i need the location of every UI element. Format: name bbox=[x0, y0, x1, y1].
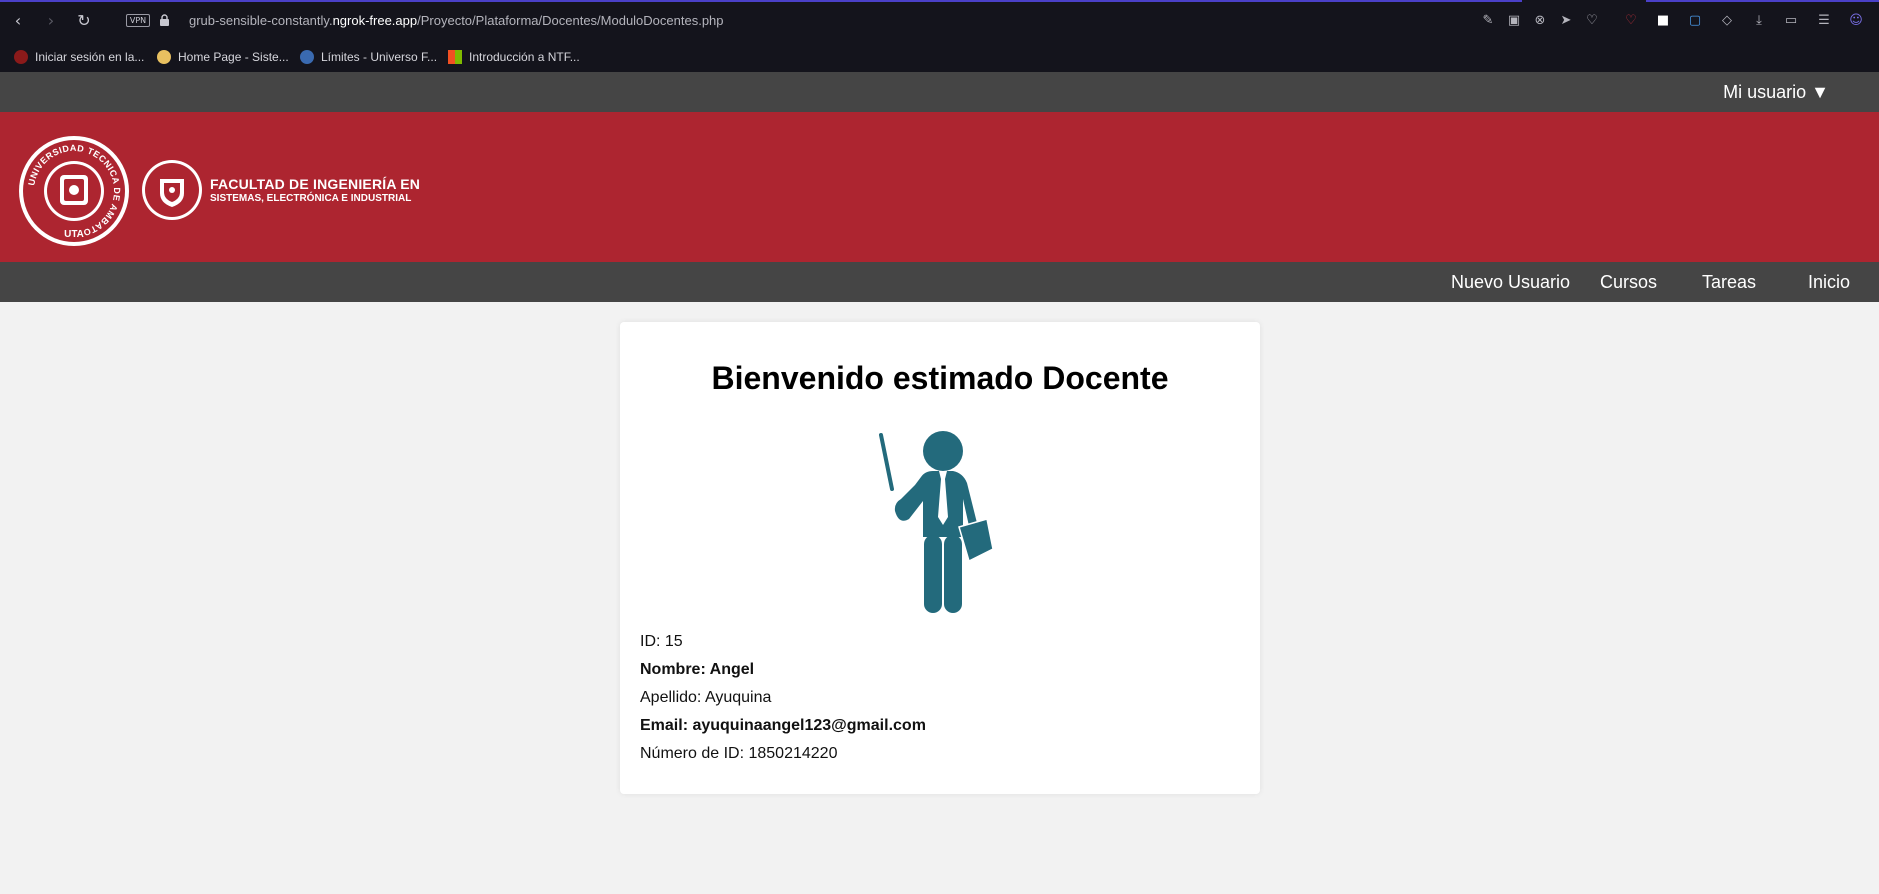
faculty-seal-logo bbox=[142, 160, 202, 220]
search-page-icon[interactable]: ■ bbox=[1654, 12, 1672, 30]
user-topbar: Mi usuario ▼ bbox=[0, 72, 1879, 112]
profile-icon[interactable]: ☺ bbox=[1847, 12, 1865, 30]
screenshot-icon[interactable]: ▢ bbox=[1686, 12, 1704, 30]
browser-toolbar: ‹ › ↻ VPN grub-sensible-constantly.ngrok… bbox=[0, 0, 1879, 42]
lock-icon[interactable] bbox=[159, 14, 170, 26]
bookmark-item[interactable]: Límites - Universo F... bbox=[300, 47, 437, 67]
url-host: ngrok-free.app bbox=[332, 13, 418, 28]
bookmark-label: Límites - Universo F... bbox=[321, 50, 438, 64]
teacher-profile-card: Bienvenido estimado Docente ID: 15 Nombr… bbox=[620, 322, 1260, 794]
seal-bottom-text: UTA bbox=[64, 229, 84, 240]
address-bar[interactable]: grub-sensible-constantly.ngrok-free.app/… bbox=[189, 13, 724, 28]
box-icon[interactable]: ◇ bbox=[1718, 12, 1736, 30]
bookmark-favicon-icon bbox=[14, 50, 28, 64]
back-icon[interactable]: ‹ bbox=[8, 11, 28, 31]
close-circle-icon[interactable]: ⊗ bbox=[1531, 12, 1549, 30]
teacher-nombre: Nombre: Angel bbox=[640, 661, 755, 678]
university-seal-logo: UNIVERSIDAD TECNICA DE AMBATO UTA bbox=[19, 136, 129, 246]
bookmark-favicon-icon bbox=[157, 50, 171, 64]
bookmarks-bar: Iniciar sesión en la... Home Page - Sist… bbox=[0, 42, 1879, 72]
download-icon[interactable]: ⤓ bbox=[1750, 12, 1768, 30]
forward-icon[interactable]: › bbox=[41, 11, 61, 31]
windows-logo-icon bbox=[448, 50, 462, 64]
user-menu-toggle[interactable]: Mi usuario ▼ bbox=[1723, 82, 1829, 103]
camera-icon[interactable]: ▣ bbox=[1505, 12, 1523, 30]
url-prefix: grub-sensible-constantly. bbox=[189, 13, 333, 28]
nav-tareas[interactable]: Tareas bbox=[1702, 272, 1756, 293]
bookmark-label: Introducción a NTF... bbox=[469, 50, 580, 64]
page-load-progress bbox=[0, 0, 1522, 2]
send-icon[interactable]: ➤ bbox=[1557, 12, 1575, 30]
heart-red-icon[interactable]: ♡ bbox=[1622, 12, 1640, 30]
teacher-icon bbox=[879, 431, 994, 613]
faculty-name-line2: SISTEMAS, ELECTRÓNICA E INDUSTRIAL bbox=[210, 193, 412, 204]
edit-icon[interactable]: ✎ bbox=[1479, 12, 1497, 30]
teacher-numero-id: Número de ID: 1850214220 bbox=[640, 745, 838, 762]
vpn-badge[interactable]: VPN bbox=[126, 14, 150, 27]
bookmark-label: Iniciar sesión en la... bbox=[35, 50, 145, 64]
teacher-apellido: Apellido: Ayuquina bbox=[640, 689, 772, 706]
page-load-progress-right bbox=[1646, 0, 1879, 2]
nav-nuevo-usuario[interactable]: Nuevo Usuario bbox=[1451, 272, 1570, 293]
main-navbar: Nuevo Usuario Cursos Tareas Inicio bbox=[0, 262, 1879, 302]
battery-icon[interactable]: ▭ bbox=[1782, 12, 1800, 30]
page-title: Bienvenido estimado Docente bbox=[711, 360, 1169, 396]
bookmark-label: Home Page - Siste... bbox=[178, 50, 289, 64]
teacher-email: Email: ayuquinaangel123@gmail.com bbox=[640, 717, 926, 734]
reload-icon[interactable]: ↻ bbox=[74, 11, 94, 31]
bookmark-favicon-icon bbox=[300, 50, 314, 64]
bookmark-item[interactable]: Home Page - Siste... bbox=[157, 47, 289, 67]
heart-icon[interactable]: ♡ bbox=[1583, 12, 1601, 30]
teacher-id: ID: 15 bbox=[640, 633, 683, 650]
settings-sliders-icon[interactable]: ☰ bbox=[1815, 12, 1833, 30]
faculty-name-line1: FACULTAD DE INGENIERÍA EN bbox=[210, 176, 421, 192]
bookmark-item[interactable]: Iniciar sesión en la... bbox=[14, 47, 144, 67]
nav-cursos[interactable]: Cursos bbox=[1600, 272, 1657, 293]
bookmark-item[interactable]: Introducción a NTF... bbox=[448, 47, 580, 67]
url-path: /Proyecto/Plataforma/Docentes/ModuloDoce… bbox=[417, 13, 724, 28]
nav-inicio[interactable]: Inicio bbox=[1808, 272, 1850, 293]
